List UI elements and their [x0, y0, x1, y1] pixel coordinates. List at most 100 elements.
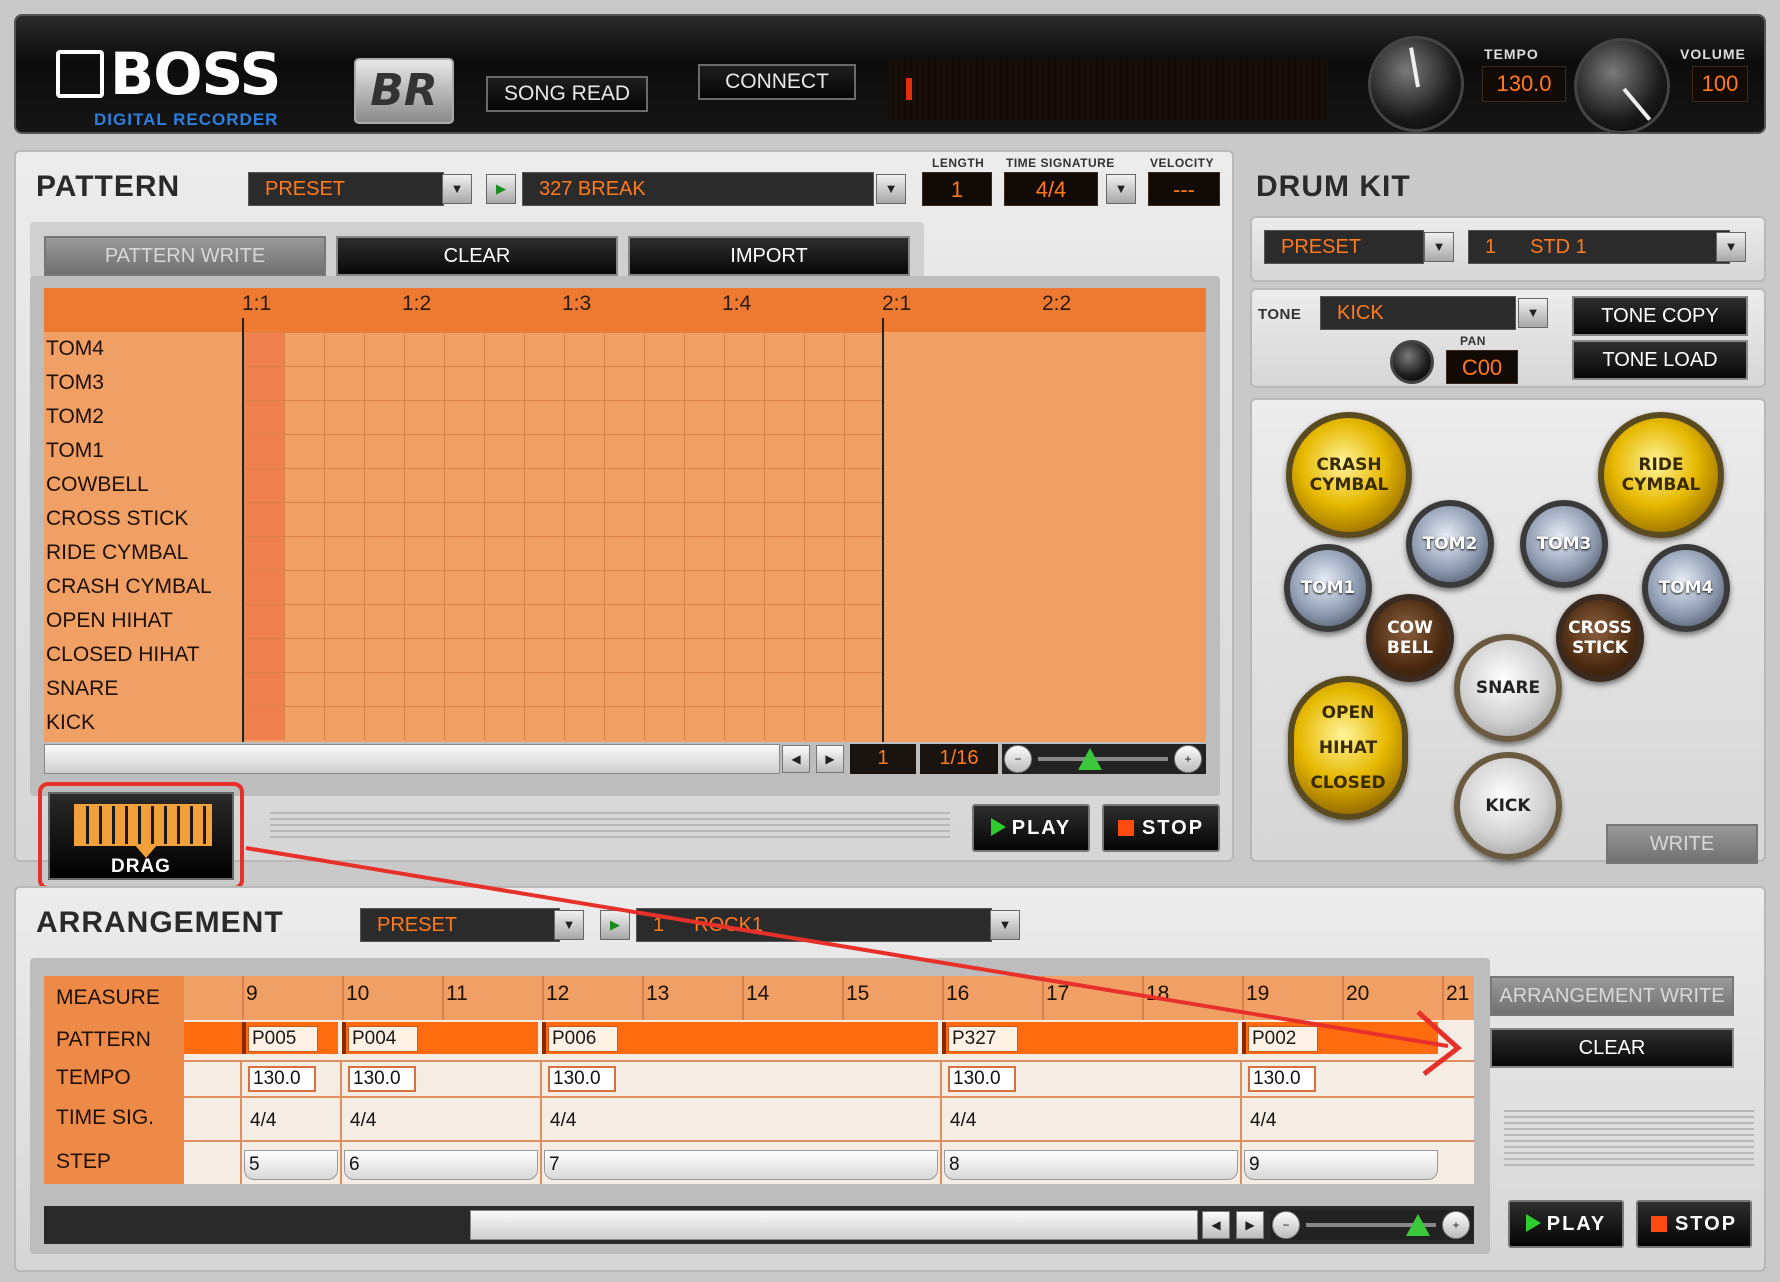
level-display: [888, 60, 1328, 120]
crash-cymbal-pad[interactable]: CRASH CYMBAL: [1286, 412, 1412, 538]
zoom-thumb[interactable]: [1406, 1214, 1430, 1236]
chevron-down-icon[interactable]: ▼: [876, 174, 906, 204]
drum-row-label: CROSS STICK: [46, 507, 189, 530]
velocity-value[interactable]: ---: [1148, 172, 1220, 206]
pan-value[interactable]: C00: [1446, 350, 1518, 384]
pattern-resolution[interactable]: 1/16: [920, 744, 998, 774]
pattern-bank-select[interactable]: PRESET: [248, 172, 444, 206]
kick-pad[interactable]: KICK: [1454, 752, 1562, 860]
segment-tempo[interactable]: 130.0: [548, 1066, 616, 1092]
hihat-open-label[interactable]: OPEN: [1322, 703, 1375, 723]
zoom-out-icon[interactable]: −: [1004, 745, 1032, 773]
arrow-left-icon[interactable]: ◀: [782, 745, 810, 773]
chevron-down-icon[interactable]: ▼: [1716, 232, 1746, 262]
pattern-name-select[interactable]: 327 BREAK: [522, 172, 874, 206]
pattern-zoom-slider[interactable]: − +: [1002, 744, 1206, 774]
tone-load-button[interactable]: TONE LOAD: [1572, 340, 1748, 380]
hihat-pad[interactable]: OPEN HIHAT CLOSED: [1288, 676, 1408, 820]
chevron-down-icon[interactable]: ▼: [1424, 232, 1454, 262]
pattern-play-button[interactable]: PLAY: [972, 804, 1090, 852]
pattern-clear-button[interactable]: CLEAR: [336, 236, 618, 276]
measure-tick: [1342, 976, 1344, 1020]
play-icon[interactable]: ▶: [486, 174, 516, 204]
level-meter-bar: [906, 78, 912, 100]
cowbell-pad[interactable]: COW BELL: [1366, 594, 1454, 682]
play-label: PLAY: [1546, 1213, 1607, 1235]
zoom-thumb[interactable]: [1078, 748, 1102, 770]
connect-button[interactable]: CONNECT: [698, 64, 856, 100]
kit-bank-select[interactable]: PRESET: [1264, 230, 1424, 264]
pan-knob[interactable]: [1390, 340, 1434, 384]
pattern-grid[interactable]: 1:1 1:2 1:3 1:4 2:1 2:2 TOM4 TOM3 TOM2 TOM1…: [44, 288, 1206, 742]
step-cells[interactable]: [244, 332, 884, 740]
tom1-pad[interactable]: TOM1: [1284, 544, 1372, 632]
arrangement-name-select[interactable]: 1 ROCK1: [636, 908, 992, 942]
segment-step[interactable]: 9: [1244, 1150, 1438, 1180]
snare-pad[interactable]: SNARE: [1454, 634, 1562, 742]
measure-label: 9: [246, 982, 258, 1005]
drum-row-label: CLOSED HIHAT: [46, 643, 200, 666]
segment-tempo[interactable]: 130.0: [348, 1066, 416, 1092]
arrow-left-icon[interactable]: ◀: [1202, 1211, 1230, 1239]
zoom-in-icon[interactable]: +: [1442, 1211, 1470, 1239]
segment-step[interactable]: 6: [344, 1150, 538, 1180]
song-read-button[interactable]: SONG READ: [486, 76, 648, 112]
tempo-knob[interactable]: [1368, 36, 1464, 132]
arrangement-write-button[interactable]: ARRANGEMENT WRITE: [1490, 976, 1734, 1016]
kit-name-select[interactable]: 1 STD 1: [1468, 230, 1730, 264]
velocity-label: VELOCITY: [1150, 156, 1215, 170]
row-divider: [184, 1140, 1474, 1142]
pattern-position[interactable]: 1: [850, 744, 916, 774]
chevron-down-icon[interactable]: ▼: [990, 910, 1020, 940]
pattern-hscrollbar[interactable]: [44, 744, 780, 774]
stop-icon: [1117, 820, 1134, 836]
arrangement-play-button[interactable]: PLAY: [1508, 1200, 1624, 1248]
segment-tempo[interactable]: 130.0: [1248, 1066, 1316, 1092]
play-label: PLAY: [1011, 817, 1072, 839]
segment-step[interactable]: 5: [244, 1150, 338, 1180]
volume-knob[interactable]: [1574, 38, 1670, 134]
arrangement-zoom-slider[interactable]: − +: [1270, 1210, 1474, 1240]
arrow-right-icon[interactable]: ▶: [816, 745, 844, 773]
stop-label: STOP: [1674, 1213, 1738, 1235]
ride-cymbal-pad[interactable]: RIDE CYMBAL: [1598, 412, 1724, 538]
length-value[interactable]: 1: [922, 172, 992, 206]
chevron-down-icon[interactable]: ▼: [554, 910, 584, 940]
segment-tempo[interactable]: 130.0: [948, 1066, 1016, 1092]
arrangement-hscrollbar[interactable]: [470, 1210, 1198, 1240]
arrangement-bank-select[interactable]: PRESET: [360, 908, 560, 942]
tone-copy-button[interactable]: TONE COPY: [1572, 296, 1748, 336]
chevron-down-icon[interactable]: ▼: [442, 174, 472, 204]
arrangement-clear-button[interactable]: CLEAR: [1490, 1028, 1734, 1068]
brand-subtitle: DIGITAL RECORDER: [94, 110, 279, 129]
segment-step[interactable]: 8: [944, 1150, 1238, 1180]
arrow-right-icon[interactable]: ▶: [1236, 1211, 1264, 1239]
zoom-out-icon[interactable]: −: [1272, 1211, 1300, 1239]
segment-step[interactable]: 7: [544, 1150, 938, 1180]
chevron-down-icon[interactable]: ▼: [1106, 174, 1136, 204]
measure-label: 10: [346, 982, 370, 1005]
pattern-ruler: 1:1 1:2 1:3 1:4 2:1 2:2: [44, 288, 1206, 332]
boss-logo: BOSS: [56, 44, 281, 104]
drag-button[interactable]: DRAG: [48, 792, 234, 880]
segment-tempo[interactable]: 130.0: [248, 1066, 316, 1092]
stop-icon: [1650, 1216, 1667, 1232]
hihat-closed-label[interactable]: CLOSED: [1310, 773, 1385, 793]
tone-select[interactable]: KICK: [1320, 296, 1516, 330]
pattern-import-button[interactable]: IMPORT: [628, 236, 910, 276]
measure-label: 15: [846, 982, 870, 1005]
play-icon[interactable]: ▶: [600, 910, 630, 940]
tom2-pad[interactable]: TOM2: [1406, 500, 1494, 588]
chevron-down-icon[interactable]: ▼: [1518, 298, 1548, 328]
kit-write-button[interactable]: WRITE: [1606, 824, 1758, 864]
pattern-write-button[interactable]: PATTERN WRITE: [44, 236, 326, 276]
cross-stick-pad[interactable]: CROSS STICK: [1556, 594, 1644, 682]
zoom-in-icon[interactable]: +: [1174, 745, 1202, 773]
measure-tick: [942, 976, 944, 1020]
pattern-stop-button[interactable]: STOP: [1102, 804, 1220, 852]
time-signature-value[interactable]: 4/4: [1004, 172, 1098, 206]
arrangement-stop-button[interactable]: STOP: [1636, 1200, 1752, 1248]
tom3-pad[interactable]: TOM3: [1520, 500, 1608, 588]
tom4-pad[interactable]: TOM4: [1642, 544, 1730, 632]
ruler-tick-label: 1:4: [722, 292, 752, 315]
